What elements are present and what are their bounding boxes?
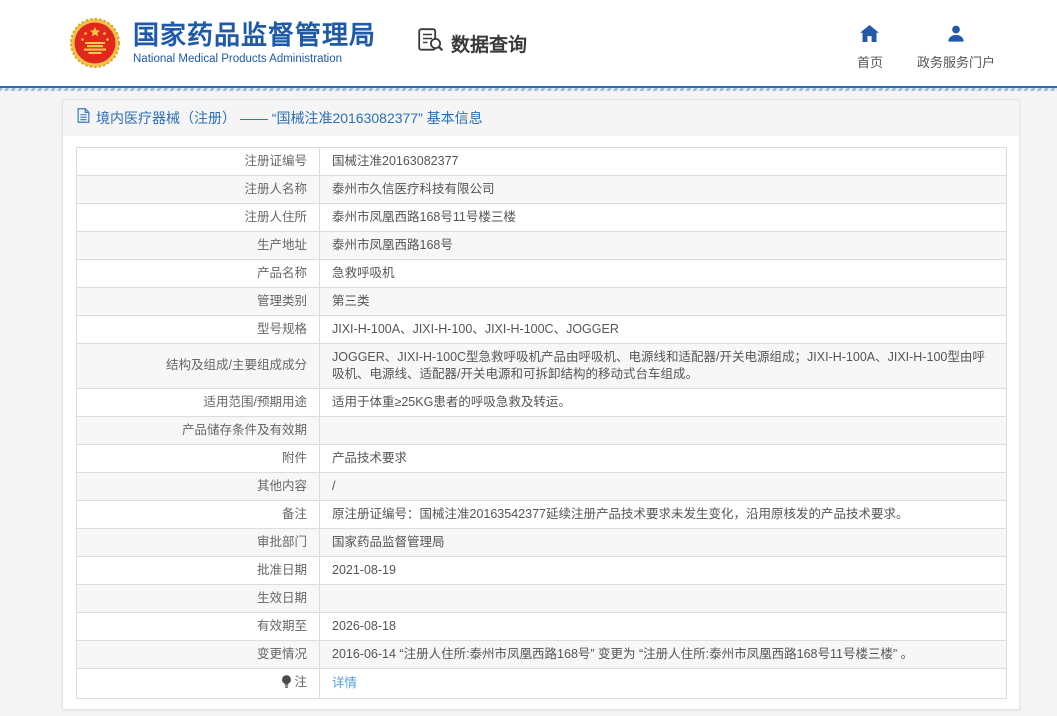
row-label: 型号规格 [77, 316, 320, 344]
table-row: 备注原注册证编号：国械注准20163542377延续注册产品技术要求未发生变化，… [77, 500, 1007, 528]
row-label: 注 [77, 668, 320, 698]
table-row: 批准日期2021-08-19 [77, 556, 1007, 584]
row-value: 泰州市凤凰西路168号 [320, 232, 1007, 260]
info-table-body: 注册证编号国械注准20163082377注册人名称泰州市久信医疗科技有限公司注册… [77, 148, 1007, 699]
row-value: 原注册证编号：国械注准20163542377延续注册产品技术要求未发生变化，沿用… [320, 500, 1007, 528]
document-search-icon [418, 28, 445, 58]
row-label: 其他内容 [77, 472, 320, 500]
nav-portal-label: 政务服务门户 [917, 52, 995, 71]
row-value: 详情 [320, 668, 1007, 698]
document-icon [77, 108, 90, 128]
row-value [320, 416, 1007, 444]
row-label: 生产地址 [77, 232, 320, 260]
row-label: 管理类别 [77, 288, 320, 316]
row-value: / [320, 472, 1007, 500]
home-icon [860, 25, 879, 47]
row-value: 2021-08-19 [320, 556, 1007, 584]
table-row: 生产地址泰州市凤凰西路168号 [77, 232, 1007, 260]
nav-home[interactable]: 首页 [857, 25, 883, 71]
row-value: 国械注准20163082377 [320, 148, 1007, 176]
info-table: 注册证编号国械注准20163082377注册人名称泰州市久信医疗科技有限公司注册… [76, 147, 1007, 699]
row-label: 有效期至 [77, 612, 320, 640]
org-title: 国家药品监督管理局 [133, 21, 376, 51]
table-row: 管理类别第三类 [77, 288, 1007, 316]
row-label: 批准日期 [77, 556, 320, 584]
row-label: 备注 [77, 500, 320, 528]
card-title-bar: 境内医疗器械（注册） —— “国械注准20163082377” 基本信息 [63, 100, 1019, 136]
table-wrap: 注册证编号国械注准20163082377注册人名称泰州市久信医疗科技有限公司注册… [63, 136, 1019, 709]
detail-link[interactable]: 详情 [332, 676, 357, 690]
row-label: 附件 [77, 444, 320, 472]
table-row: 审批部门国家药品监督管理局 [77, 528, 1007, 556]
row-label: 适用范围/预期用途 [77, 388, 320, 416]
table-row: 注册证编号国械注准20163082377 [77, 148, 1007, 176]
table-row: 附件产品技术要求 [77, 444, 1007, 472]
row-value [320, 584, 1007, 612]
row-value: 产品技术要求 [320, 444, 1007, 472]
header: 国家药品监督管理局 National Medical Products Admi… [0, 0, 1057, 86]
header-nav: 首页 政务服务门户 [857, 15, 995, 71]
row-value: 泰州市凤凰西路168号11号楼三楼 [320, 204, 1007, 232]
row-label: 注册人名称 [77, 176, 320, 204]
row-value: 国家药品监督管理局 [320, 528, 1007, 556]
table-row: 注详情 [77, 668, 1007, 698]
table-row: 变更情况2016-06-14 “注册人住所:泰州市凤凰西路168号” 变更为 “… [77, 640, 1007, 668]
nav-home-label: 首页 [857, 52, 883, 71]
lightbulb-icon [281, 675, 292, 693]
row-value: 2016-06-14 “注册人住所:泰州市凤凰西路168号” 变更为 “注册人住… [320, 640, 1007, 668]
page-title: 境内医疗器械（注册） —— “国械注准20163082377” 基本信息 [96, 108, 483, 128]
table-row: 注册人住所泰州市凤凰西路168号11号楼三楼 [77, 204, 1007, 232]
row-label: 生效日期 [77, 584, 320, 612]
brand: 国家药品监督管理局 National Medical Products Admi… [70, 18, 376, 68]
row-value: 第三类 [320, 288, 1007, 316]
table-row: 适用范围/预期用途适用于体重≥25KG患者的呼吸急救及转运。 [77, 388, 1007, 416]
table-row: 有效期至2026-08-18 [77, 612, 1007, 640]
row-label: 注册人住所 [77, 204, 320, 232]
table-row: 型号规格JIXI-H-100A、JIXI-H-100、JIXI-H-100C、J… [77, 316, 1007, 344]
row-label: 变更情况 [77, 640, 320, 668]
content-card: 境内医疗器械（注册） —— “国械注准20163082377” 基本信息 注册证… [62, 99, 1020, 710]
row-value: 泰州市久信医疗科技有限公司 [320, 176, 1007, 204]
row-label: 结构及组成/主要组成成分 [77, 344, 320, 389]
row-value: 适用于体重≥25KG患者的呼吸急救及转运。 [320, 388, 1007, 416]
data-query-tab[interactable]: 数据查询 [418, 28, 527, 58]
row-value: JIXI-H-100A、JIXI-H-100、JIXI-H-100C、JOGGE… [320, 316, 1007, 344]
nav-portal[interactable]: 政务服务门户 [917, 25, 995, 71]
brand-text: 国家药品监督管理局 National Medical Products Admi… [133, 21, 376, 65]
header-divider [0, 86, 1057, 91]
row-value: 2026-08-18 [320, 612, 1007, 640]
user-icon [947, 25, 965, 47]
row-value: JOGGER、JIXI-H-100C型急救呼吸机产品由呼吸机、电源线和适配器/开… [320, 344, 1007, 389]
data-query-label: 数据查询 [451, 30, 527, 57]
row-label: 注册证编号 [77, 148, 320, 176]
org-subtitle: National Medical Products Administration [133, 53, 376, 65]
table-row: 产品名称急救呼吸机 [77, 260, 1007, 288]
table-row: 其他内容/ [77, 472, 1007, 500]
row-label: 产品储存条件及有效期 [77, 416, 320, 444]
table-row: 结构及组成/主要组成成分JOGGER、JIXI-H-100C型急救呼吸机产品由呼… [77, 344, 1007, 389]
row-label: 产品名称 [77, 260, 320, 288]
table-row: 生效日期 [77, 584, 1007, 612]
table-row: 注册人名称泰州市久信医疗科技有限公司 [77, 176, 1007, 204]
table-row: 产品储存条件及有效期 [77, 416, 1007, 444]
row-label: 审批部门 [77, 528, 320, 556]
row-value: 急救呼吸机 [320, 260, 1007, 288]
national-emblem-icon [70, 18, 120, 68]
